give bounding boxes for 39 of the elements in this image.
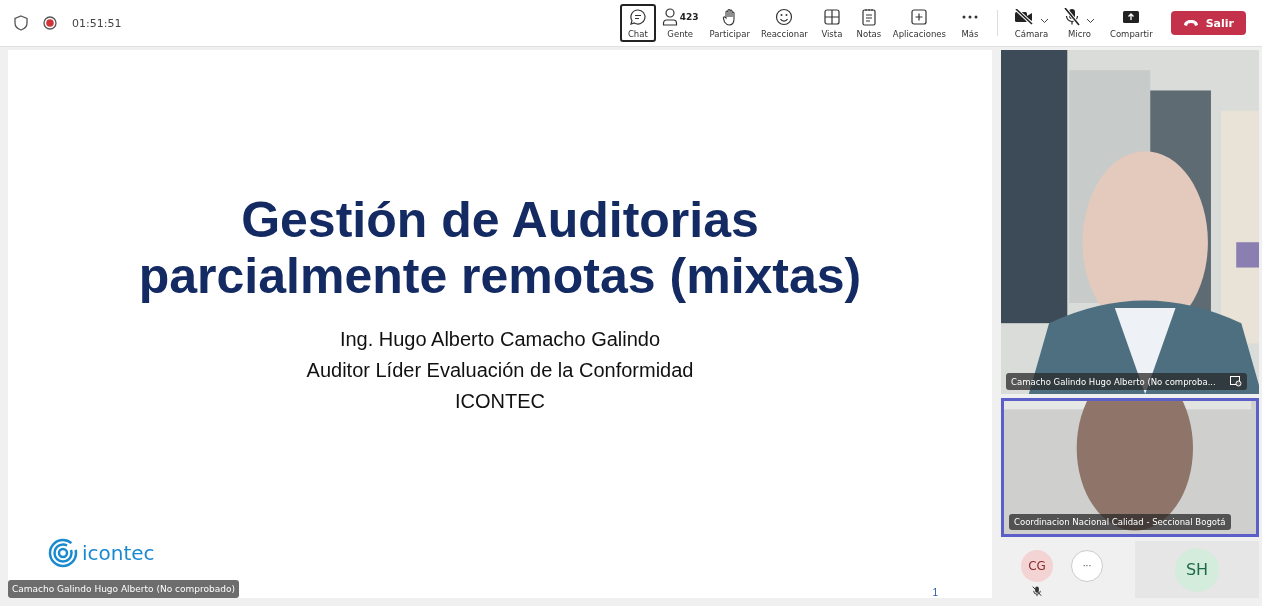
meeting-timer: 01:51:51 <box>72 16 122 30</box>
participant-avatar[interactable]: CG <box>1021 550 1053 582</box>
raise-button[interactable]: Participar <box>704 4 755 42</box>
logo-text: icontec <box>82 541 155 565</box>
people-button[interactable]: 423 Gente <box>656 4 704 42</box>
slide-number: 1 <box>932 587 938 598</box>
more-button[interactable]: Más <box>951 4 988 42</box>
chevron-down-icon[interactable] <box>1085 18 1095 24</box>
view-button[interactable]: Vista <box>813 4 850 42</box>
more-participants-button[interactable]: ··· <box>1071 550 1103 582</box>
hang-up-icon <box>1182 19 1199 27</box>
chat-icon <box>628 8 647 26</box>
slide-subtitle: Ing. Hugo Alberto Camacho Galindo <box>339 326 661 352</box>
participant-avatar[interactable]: SH <box>1175 547 1219 592</box>
notes-button[interactable]: Notas <box>850 4 887 42</box>
apps-button[interactable]: Aplicaciones <box>887 4 951 42</box>
presenter-name-tag: Camacho Galindo Hugo Alberto (No comprobado) <box>8 580 239 598</box>
logo-icon <box>48 538 78 568</box>
react-button[interactable]: Reaccionar <box>755 4 813 42</box>
leave-button[interactable]: Salir <box>1170 11 1246 35</box>
person-icon <box>661 8 678 26</box>
more-icon <box>961 15 978 19</box>
hand-icon <box>721 8 738 26</box>
slide-title: Gestión de Auditorias <box>241 191 759 248</box>
chat-button[interactable]: Chat <box>619 4 656 42</box>
notepad-icon <box>861 8 876 26</box>
grid-icon <box>823 9 840 25</box>
chevron-down-icon[interactable] <box>1039 18 1049 24</box>
smiley-icon <box>775 8 794 26</box>
share-screen-icon <box>1122 10 1141 24</box>
camera-button[interactable]: Cámara <box>1006 4 1056 42</box>
slide-subtitle: ICONTEC <box>455 388 545 414</box>
mic-off-icon <box>1032 586 1042 597</box>
mic-button[interactable]: Micro <box>1056 4 1102 42</box>
shield-icon <box>14 15 28 31</box>
plus-square-icon <box>911 9 928 25</box>
share-button[interactable]: Compartir <box>1102 4 1160 42</box>
slide-title: parcialmente remotas (mixtas) <box>138 247 862 304</box>
slide-subtitle: Auditor Líder Evaluación de la Conformidad <box>306 357 694 383</box>
